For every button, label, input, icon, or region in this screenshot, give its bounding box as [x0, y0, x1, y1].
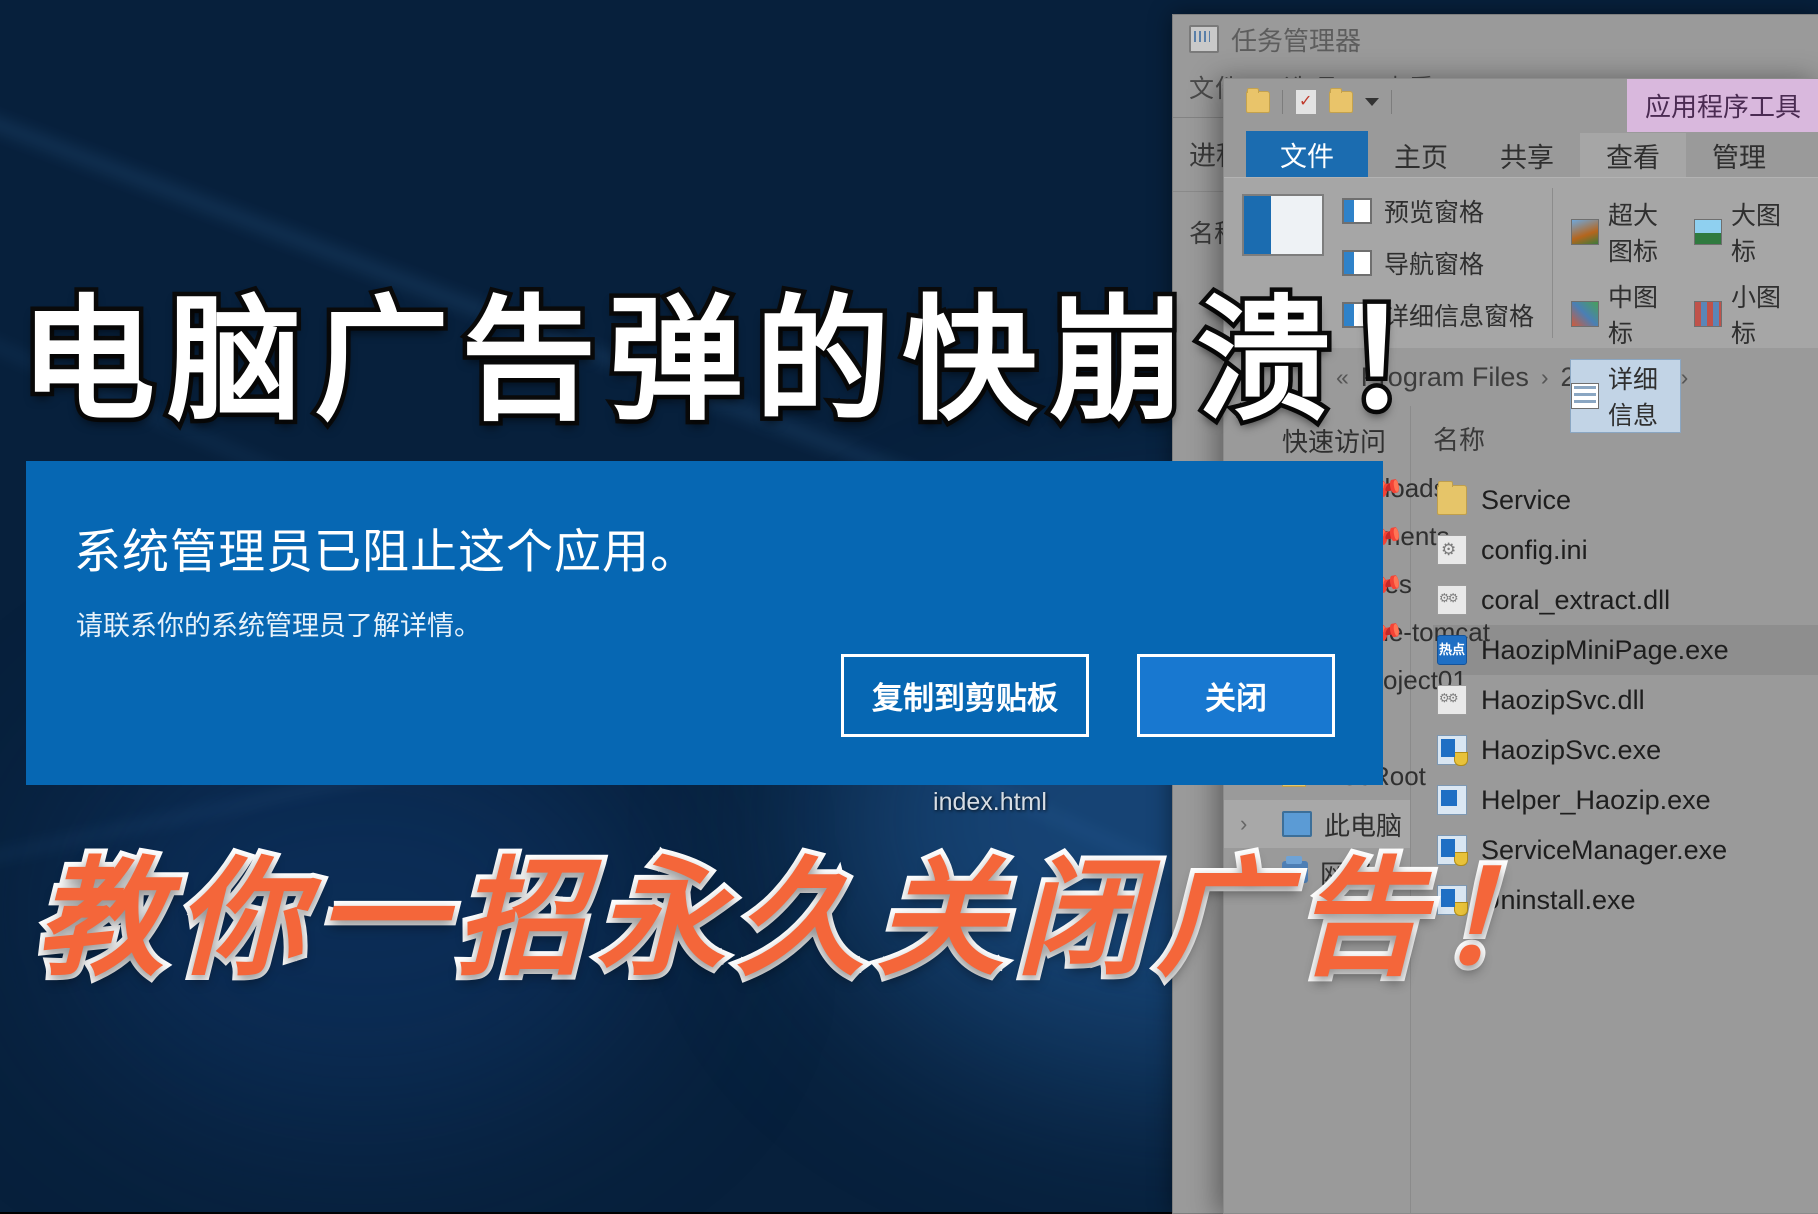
- table-row[interactable]: Uninstall.exe: [1433, 875, 1818, 925]
- divider: [1282, 90, 1283, 114]
- explorer-status-bar: ^: [1224, 1192, 1818, 1213]
- breadcrumb[interactable]: « Program Files › 2345Soft ›: [1224, 348, 1818, 406]
- view-option-label: 大图标: [1731, 202, 1782, 266]
- large-icons-icon: [1694, 219, 1722, 245]
- sidebar-item-label: 快速访问: [1282, 426, 1387, 457]
- table-row[interactable]: HaozipSvc.dll: [1433, 675, 1818, 725]
- file-name: ServiceManager.exe: [1481, 834, 1728, 865]
- sidebar-item-label: 网络: [1320, 858, 1373, 889]
- extra-large-icons-icon: [1571, 219, 1600, 245]
- file-list-pane[interactable]: 名称 Service config.ini coral_extract.dll …: [1411, 406, 1818, 1192]
- file-name: HaozipSvc.exe: [1481, 734, 1662, 765]
- view-option-large-icons[interactable]: 大图标: [1694, 196, 1803, 268]
- table-row[interactable]: config.ini: [1433, 525, 1818, 575]
- chevron-right-icon: ›: [1680, 363, 1689, 390]
- view-option-label: 中图标: [1608, 284, 1659, 348]
- view-option-label: 小图标: [1731, 284, 1782, 348]
- task-manager-titlebar: 任务管理器: [1173, 15, 1818, 63]
- table-row[interactable]: coral_extract.dll: [1433, 575, 1818, 625]
- file-name: Service: [1481, 484, 1572, 515]
- tab-share[interactable]: 共享: [1474, 133, 1580, 177]
- ribbon-tabbar[interactable]: 应用程序工具 文件 主页 共享 查看 管理: [1224, 79, 1818, 177]
- sidebar-item-this-pc[interactable]: › 此电脑: [1224, 800, 1410, 848]
- exe-icon: [1437, 785, 1467, 815]
- table-row[interactable]: ServiceManager.exe: [1433, 825, 1818, 875]
- task-manager-title: 任务管理器: [1231, 25, 1362, 56]
- desktop-icon-label: index.html: [933, 788, 1047, 816]
- details-pane-icon: [1342, 302, 1372, 328]
- ini-file-icon: [1437, 535, 1467, 565]
- close-button[interactable]: 关闭: [1137, 654, 1335, 737]
- file-name: Helper_Haozip.exe: [1481, 784, 1711, 815]
- ribbon-item-label: 详细信息窗格: [1384, 303, 1535, 331]
- ribbon-item-label: 预览窗格: [1384, 199, 1485, 227]
- details-view-icon: [1571, 383, 1600, 409]
- small-icons-icon: [1694, 301, 1722, 327]
- view-option-label: 超大图标: [1608, 202, 1659, 266]
- view-option-label: 详细信息: [1608, 366, 1659, 430]
- sidebar-item-network[interactable]: › 网络: [1224, 848, 1410, 896]
- navigation-pane-icon[interactable]: [1242, 194, 1324, 256]
- contextual-tab-application-tools[interactable]: 应用程序工具: [1626, 79, 1818, 132]
- breadcrumb-part-program-files[interactable]: Program Files: [1361, 362, 1529, 393]
- task-manager-icon: [1189, 25, 1219, 53]
- network-icon: [1282, 856, 1308, 883]
- table-row[interactable]: HaozipSvc.exe: [1433, 725, 1818, 775]
- view-option-extra-large-icons[interactable]: 超大图标: [1571, 196, 1680, 268]
- divider: [1410, 1192, 1411, 1213]
- table-row[interactable]: Helper_Haozip.exe: [1433, 775, 1818, 825]
- medium-icons-icon: [1571, 301, 1600, 327]
- haozip-hotspot-icon: 热点: [1437, 635, 1467, 665]
- folder-icon[interactable]: [1329, 88, 1353, 113]
- navigation-pane-icon: [1342, 250, 1372, 276]
- sidebar-item-quick-access[interactable]: 快速访问: [1224, 416, 1410, 464]
- view-option-details[interactable]: 详细信息: [1570, 359, 1681, 433]
- dll-file-icon: [1437, 685, 1467, 715]
- this-pc-icon: [1282, 811, 1312, 837]
- file-name: HaozipMiniPage.exe: [1481, 634, 1729, 665]
- dll-file-icon: [1437, 585, 1467, 615]
- chevron-right-icon[interactable]: ›: [1240, 811, 1247, 837]
- preview-pane-icon: [1342, 198, 1372, 224]
- exe-shield-icon: [1437, 735, 1468, 766]
- divider: [1391, 90, 1392, 114]
- chevron-right-icon: ›: [1540, 363, 1549, 390]
- view-option-small-icons[interactable]: 小图标: [1694, 278, 1803, 350]
- dialog-subtext: 请联系你的系统管理员了解详情。: [76, 611, 481, 641]
- table-row[interactable]: Service: [1433, 475, 1818, 525]
- ribbon-panel[interactable]: 预览窗格 导航窗格 详细信息窗格 超大图标 大图标 中图标 小图标 详细信息: [1224, 177, 1818, 433]
- ribbon-group-layout[interactable]: 超大图标 大图标 中图标 小图标 详细信息: [1553, 178, 1818, 433]
- file-name: HaozipSvc.dll: [1481, 684, 1645, 715]
- dialog-heading: 系统管理员已阻止这个应用。: [74, 525, 698, 578]
- dialog-button-row: 复制到剪贴板 关闭: [841, 654, 1335, 737]
- tab-manage[interactable]: 管理: [1686, 133, 1792, 177]
- chevron-down-icon[interactable]: [1365, 98, 1379, 106]
- table-row[interactable]: 热点 HaozipMiniPage.exe: [1433, 625, 1818, 675]
- app-blocked-dialog[interactable]: 系统管理员已阻止这个应用。 请联系你的系统管理员了解详情。 复制到剪贴板 关闭: [26, 461, 1383, 785]
- chevron-right-icon[interactable]: ›: [1240, 859, 1247, 885]
- sidebar-item-label: 此电脑: [1324, 810, 1403, 841]
- breadcrumb-overflow-icon[interactable]: «: [1336, 364, 1349, 391]
- tab-view[interactable]: 查看: [1580, 133, 1686, 177]
- checked-document-icon[interactable]: [1295, 89, 1317, 115]
- folder-icon[interactable]: [1246, 88, 1270, 113]
- file-name: Uninstall.exe: [1481, 884, 1636, 915]
- copy-to-clipboard-button[interactable]: 复制到剪贴板: [841, 654, 1089, 737]
- view-option-medium-icons[interactable]: 中图标: [1571, 278, 1680, 350]
- folder-icon: [1437, 481, 1467, 515]
- tab-home[interactable]: 主页: [1368, 133, 1474, 177]
- ribbon-group-panes: 预览窗格 导航窗格 详细信息窗格: [1224, 178, 1552, 348]
- file-name: config.ini: [1481, 534, 1588, 565]
- exe-shield-icon: [1437, 885, 1468, 916]
- ribbon-item-label: 导航窗格: [1384, 251, 1485, 279]
- ribbon-item-navigation-pane[interactable]: 导航窗格: [1342, 245, 1534, 281]
- tab-file[interactable]: 文件: [1246, 131, 1368, 177]
- exe-shield-icon: [1437, 835, 1468, 866]
- ribbon-item-preview-pane[interactable]: 预览窗格: [1342, 193, 1534, 229]
- file-name: coral_extract.dll: [1481, 584, 1671, 615]
- ribbon-item-details-pane[interactable]: 详细信息窗格: [1342, 297, 1534, 333]
